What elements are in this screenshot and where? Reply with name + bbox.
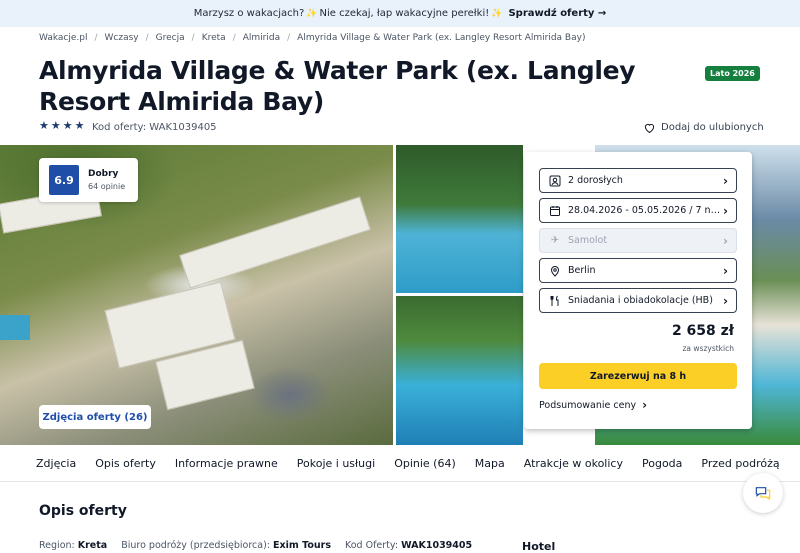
code-label: Kod Oferty: (344, 540, 399, 551)
tab-photos[interactable]: Zdjęcia (36, 457, 76, 470)
region-label: Region: (39, 540, 75, 551)
season-badge: Lato 2026 (705, 66, 760, 81)
promo-banner: Marzysz o wakacjach? ✨ Nie czekaj, łap w… (0, 0, 800, 27)
tab-reviews[interactable]: Opinie (64) (394, 457, 456, 470)
code-value: WAK1039405 (401, 540, 473, 551)
total-price: 2 658 zł (671, 323, 734, 339)
hotel-heading: Hotel (522, 540, 556, 553)
breadcrumb-separator: / (94, 33, 98, 43)
breadcrumb-current: Almyrida Village & Water Park (ex. Langl… (297, 33, 586, 43)
star-icon: ★ (74, 119, 85, 132)
travelers-select[interactable]: 2 dorosłych › (539, 168, 737, 193)
chevron-right-icon: › (723, 293, 728, 308)
transport-label: Samolot (568, 235, 608, 246)
breadcrumb-item[interactable]: Kreta (202, 33, 226, 43)
star-icon: ★ (50, 119, 61, 132)
tab-before-travel[interactable]: Przed podróżą (701, 457, 779, 470)
breadcrumb-separator: / (145, 33, 149, 43)
chevron-right-icon: › (642, 398, 648, 412)
star-rating: ★ ★ ★ ★ (39, 120, 85, 132)
agency-label: Biuro podróży (przedsiębiorca): (121, 540, 271, 551)
board-label: Śniadania i obiadokolacje (HB) (568, 295, 713, 306)
chevron-right-icon: › (723, 173, 728, 188)
rating-card[interactable]: 6.9 Dobry 64 opinie (39, 158, 138, 202)
breadcrumb-item[interactable]: Grecja (156, 33, 185, 43)
price-summary-label: Podsumowanie ceny (539, 399, 637, 411)
promo-link[interactable]: Sprawdź oferty → (508, 8, 606, 19)
offer-code: Kod oferty: WAK1039405 (92, 122, 217, 133)
section-title: Opis oferty (39, 503, 127, 519)
breadcrumb-item[interactable]: Wczasy (105, 33, 139, 43)
transport-select: ✈ Samolot › (539, 228, 737, 253)
chat-button[interactable] (743, 473, 783, 513)
offer-meta: Region: Kreta Biuro podróży (przedsiębio… (39, 540, 472, 551)
tab-weather[interactable]: Pogoda (642, 457, 682, 470)
breadcrumb-separator: / (287, 33, 291, 43)
sparkle-icon: ✨ (491, 8, 503, 19)
star-icon: ★ (39, 119, 49, 132)
chat-icon (755, 487, 771, 500)
favorite-button[interactable]: Dodaj do ulubionych (644, 122, 764, 133)
departure-label: Berlin (568, 265, 596, 276)
agency-value: Exim Tours (273, 540, 331, 551)
tab-description[interactable]: Opis oferty (95, 457, 156, 470)
section-tabs: Zdjęcia Opis oferty Informacje prawne Po… (0, 445, 800, 482)
photos-button[interactable]: Zdjęcia oferty (26) (39, 405, 151, 429)
tab-map[interactable]: Mapa (475, 457, 505, 470)
star-icon: ★ (62, 119, 73, 132)
breadcrumb: Wakacje.pl / Wczasy / Grecja / Kreta / Almir… (39, 33, 585, 43)
cutlery-icon (550, 295, 559, 306)
breadcrumb-item[interactable]: Almirida (243, 33, 280, 43)
departure-select[interactable]: Berlin › (539, 258, 737, 283)
favorite-label: Dodaj do ulubionych (661, 122, 764, 133)
pool-photo-2[interactable] (396, 296, 523, 445)
chevron-right-icon: › (723, 203, 728, 218)
chevron-right-icon: › (723, 233, 728, 248)
tab-attractions[interactable]: Atrakcje w okolicy (524, 457, 623, 470)
heart-icon (644, 123, 655, 133)
rating-score: 6.9 (49, 165, 79, 195)
price-summary-link[interactable]: Podsumowanie ceny › (539, 398, 647, 412)
dates-select[interactable]: 28.04.2026 - 05.05.2026 / 7 no... › (539, 198, 737, 223)
booking-panel: 2 dorosłych › 28.04.2026 - 05.05.2026 / … (524, 152, 752, 429)
plane-icon: ✈ (550, 235, 560, 246)
rating-opinions: 64 opinie (88, 182, 126, 191)
breadcrumb-separator: / (232, 33, 236, 43)
promo-text-2: Nie czekaj, łap wakacyjne perełki! (319, 8, 490, 19)
page-title: Almyrida Village & Water Park (ex. Langl… (39, 56, 636, 116)
breadcrumb-separator: / (191, 33, 195, 43)
location-icon (550, 265, 560, 277)
person-icon (549, 175, 561, 186)
region-value: Kreta (77, 540, 108, 551)
tab-rooms[interactable]: Pokoje i usługi (297, 457, 375, 470)
calendar-icon (550, 205, 560, 216)
price-note: za wszystkich (682, 344, 735, 353)
travelers-label: 2 dorosłych (568, 175, 623, 186)
board-select[interactable]: Śniadania i obiadokolacje (HB) › (539, 288, 737, 313)
rating-label: Dobry (88, 169, 119, 179)
tab-legal[interactable]: Informacje prawne (175, 457, 278, 470)
promo-text: Marzysz o wakacjach? (193, 8, 305, 19)
book-button[interactable]: Zarezerwuj na 8 h (539, 363, 737, 389)
sparkle-icon: ✨ (306, 8, 318, 19)
breadcrumb-item[interactable]: Wakacje.pl (39, 33, 87, 43)
chevron-right-icon: › (723, 263, 728, 278)
pool-photo[interactable] (396, 145, 523, 293)
dates-label: 28.04.2026 - 05.05.2026 / 7 no... (568, 205, 724, 216)
